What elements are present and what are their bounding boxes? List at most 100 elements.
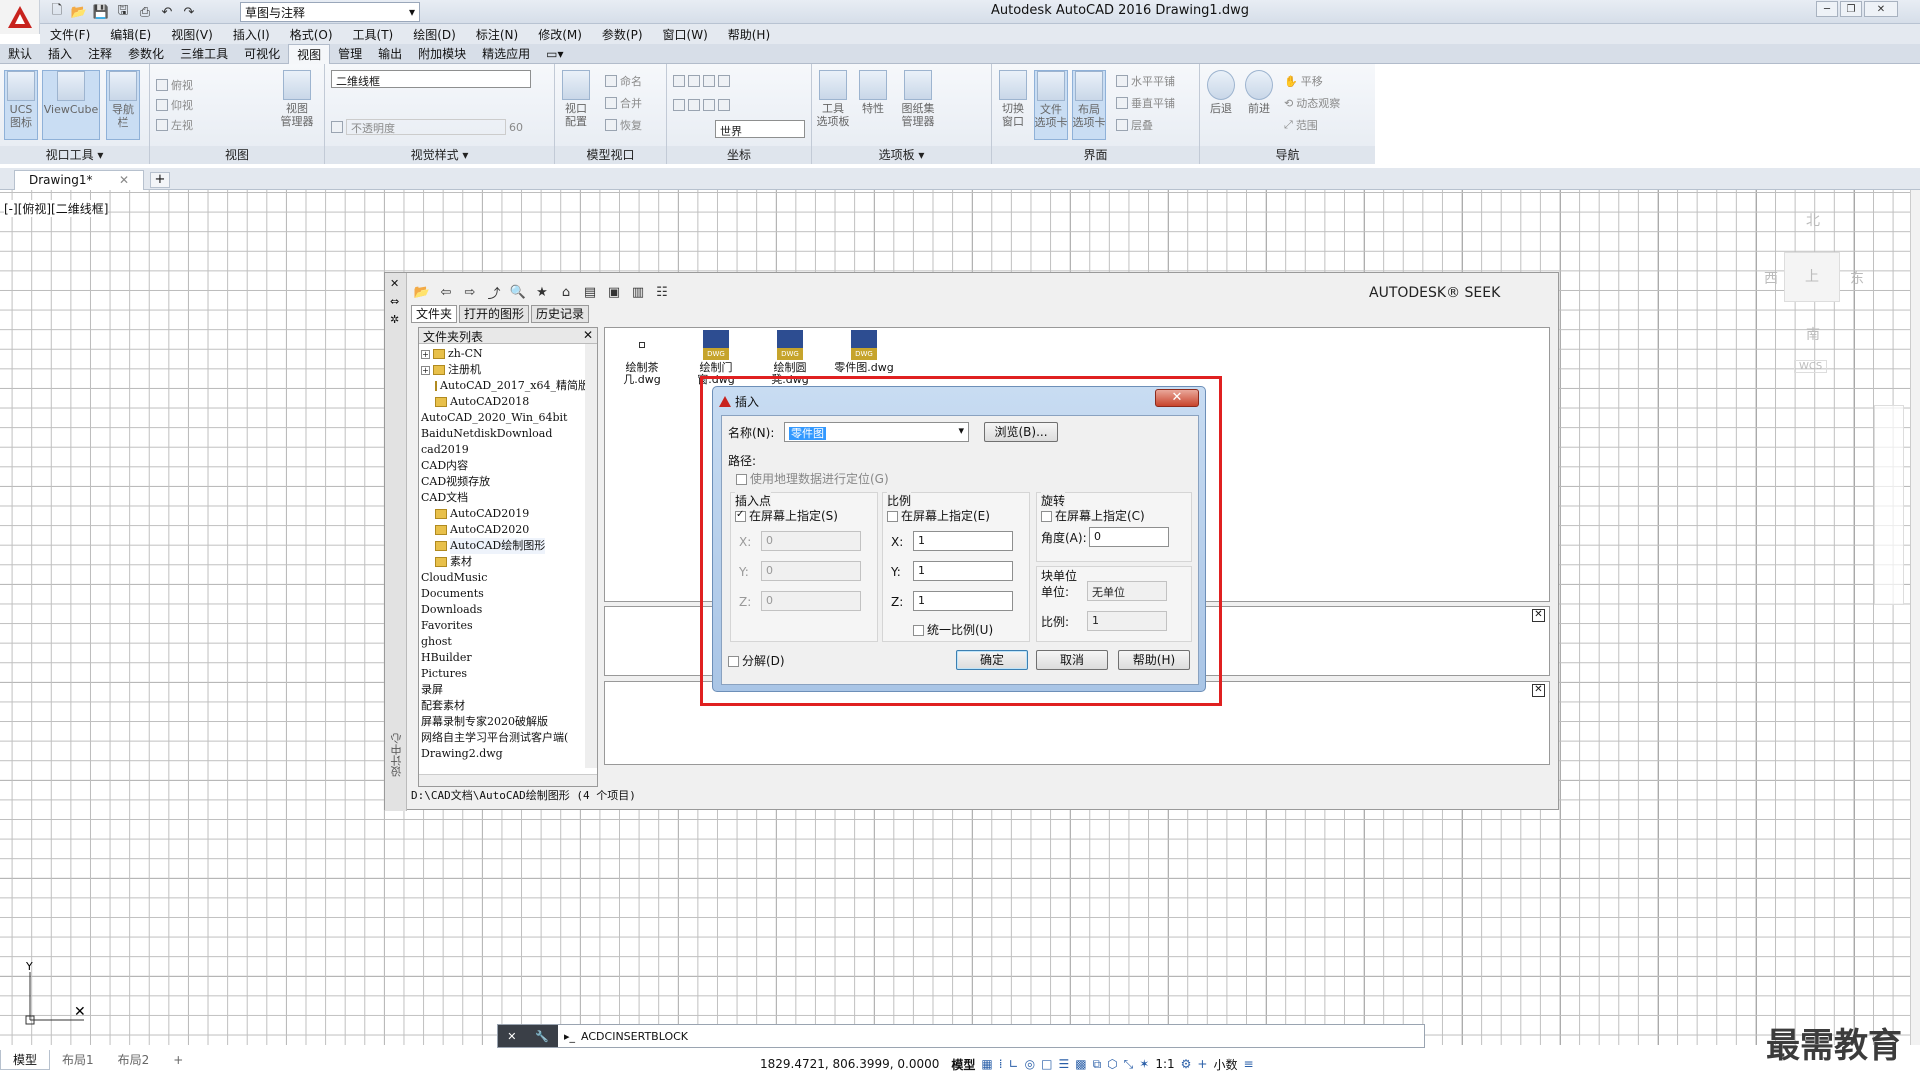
- folder-item[interactable]: + 注册机: [419, 362, 585, 378]
- ribbon-tab[interactable]: 可视化: [236, 44, 288, 64]
- properties-button[interactable]: 特性: [856, 70, 890, 140]
- tool-palettes-button[interactable]: 工具 选项板: [816, 70, 850, 140]
- ribbon-tab[interactable]: 三维工具: [172, 44, 236, 64]
- back-icon[interactable]: ⇦: [437, 283, 455, 301]
- annotation-scale[interactable]: 1:1: [1155, 1057, 1174, 1071]
- plus-icon[interactable]: +: [1197, 1057, 1207, 1071]
- menu-item[interactable]: 视图(V): [161, 26, 223, 43]
- folder-item[interactable]: Drawing2.dwg: [419, 746, 585, 762]
- close-icon[interactable]: ✕: [390, 277, 399, 290]
- app-menu-button[interactable]: [0, 0, 40, 34]
- view-item-top[interactable]: 俯视: [156, 76, 193, 94]
- units-display[interactable]: 小数: [1213, 1056, 1237, 1073]
- sheetset-button[interactable]: 图纸集 管理器: [896, 70, 940, 140]
- coordinates-readout[interactable]: 1829.4721, 806.3999, 0.0000: [760, 1057, 939, 1071]
- folder-item[interactable]: AutoCAD_2020_Win_64bit: [419, 410, 585, 426]
- folder-item[interactable]: CAD文档: [419, 490, 585, 506]
- viewport-join[interactable]: 合并: [605, 94, 642, 112]
- navigation-bar[interactable]: [1874, 405, 1904, 605]
- folder-item[interactable]: + zh-CN: [419, 346, 585, 362]
- add-layout-button[interactable]: +: [161, 1050, 195, 1070]
- layout-tab[interactable]: 模型: [0, 1050, 51, 1070]
- ribbon-tab[interactable]: 管理: [330, 44, 370, 64]
- ucs-icon-button[interactable]: UCS 图标: [4, 70, 38, 140]
- folder-item[interactable]: 配套素材: [419, 698, 585, 714]
- save-icon[interactable]: 💾: [92, 3, 110, 21]
- load-icon[interactable]: 📂: [413, 283, 431, 301]
- transparency-icon[interactable]: ▩: [1075, 1057, 1086, 1071]
- polar-icon[interactable]: ◎: [1025, 1057, 1035, 1071]
- ribbon-options-icon[interactable]: ▭▾: [538, 44, 571, 64]
- viewport-named[interactable]: 命名: [605, 72, 642, 90]
- folder-item[interactable]: 录屏: [419, 682, 585, 698]
- menu-item[interactable]: 绘图(D): [403, 26, 466, 43]
- menu-item[interactable]: 文件(F): [40, 26, 100, 43]
- autodesk-seek-link[interactable]: AUTODESK® SEEK: [1369, 285, 1500, 301]
- navbar-button[interactable]: 导航栏: [106, 70, 140, 140]
- save-as-icon[interactable]: 🖫: [114, 3, 132, 21]
- viewcube-east[interactable]: 东: [1850, 268, 1864, 288]
- description-icon[interactable]: ▥: [629, 283, 647, 301]
- ortho-icon[interactable]: ∟: [1009, 1057, 1019, 1071]
- menu-item[interactable]: 工具(T): [343, 26, 404, 43]
- folder-item[interactable]: Favorites: [419, 618, 585, 634]
- selection-cycling-icon[interactable]: ⧉: [1093, 1057, 1102, 1072]
- ucs-tool-icon[interactable]: [673, 75, 685, 87]
- favorites-icon[interactable]: ★: [533, 283, 551, 301]
- viewport-config-button[interactable]: 视口 配置: [559, 70, 593, 140]
- folder-item[interactable]: 素材: [419, 554, 585, 570]
- viewcube-top-face[interactable]: 上: [1784, 252, 1840, 302]
- close-icon[interactable]: ✕: [1532, 609, 1545, 622]
- doc-tab-drawing1[interactable]: Drawing1* ✕: [14, 170, 144, 190]
- maximize-button[interactable]: ❐: [1840, 1, 1862, 17]
- folder-item[interactable]: 屏幕录制专家2020破解版: [419, 714, 585, 730]
- menu-item[interactable]: 窗口(W): [653, 26, 718, 43]
- ucs-tool-icon[interactable]: [703, 75, 715, 87]
- file-thumbnail[interactable]: 绘制茶几.dwg: [607, 330, 677, 386]
- open-icon[interactable]: 📂: [70, 3, 88, 21]
- ribbon-tab[interactable]: 精选应用: [474, 44, 538, 64]
- folder-item[interactable]: CloudMusic: [419, 570, 585, 586]
- folder-item[interactable]: HBuilder: [419, 650, 585, 666]
- folder-item[interactable]: AutoCAD_2017_x64_精简版: [419, 378, 585, 394]
- ribbon-tab[interactable]: 注释: [80, 44, 120, 64]
- ribbon-tab[interactable]: 参数化: [120, 44, 172, 64]
- expand-icon[interactable]: +: [421, 365, 430, 375]
- minimize-button[interactable]: ─: [1816, 1, 1838, 17]
- viewcube-north[interactable]: 北: [1806, 210, 1820, 230]
- lineweight-icon[interactable]: ☰: [1058, 1057, 1069, 1071]
- tab-history[interactable]: 历史记录: [531, 305, 590, 323]
- print-icon[interactable]: ⎙: [136, 3, 154, 21]
- tab-open-drawings[interactable]: 打开的图形: [459, 305, 530, 323]
- views-icon[interactable]: ☷: [653, 283, 671, 301]
- pan-button[interactable]: ✋ 平移: [1284, 72, 1323, 90]
- tree-toggle-icon[interactable]: ▤: [581, 283, 599, 301]
- close-icon[interactable]: ✕: [119, 173, 129, 188]
- tab-folders[interactable]: 文件夹: [411, 305, 458, 323]
- ucs-tool-icon[interactable]: [688, 75, 700, 87]
- undo-icon[interactable]: ↶: [158, 3, 176, 21]
- viewcube-south[interactable]: 南: [1806, 324, 1820, 344]
- view-item-left[interactable]: 左视: [156, 116, 193, 134]
- menu-item[interactable]: 帮助(H): [718, 26, 780, 43]
- autohide-icon[interactable]: ⇔: [390, 295, 399, 308]
- menu-item[interactable]: 编辑(E): [100, 26, 161, 43]
- redo-icon[interactable]: ↷: [180, 3, 198, 21]
- ribbon-tab[interactable]: 附加模块: [410, 44, 474, 64]
- layout-tabs-button[interactable]: 布局 选项卡: [1072, 70, 1106, 140]
- folder-item[interactable]: ghost: [419, 634, 585, 650]
- ribbon-tab[interactable]: 插入: [40, 44, 80, 64]
- ucs-tool-icon[interactable]: [703, 99, 715, 111]
- close-button[interactable]: ✕: [1864, 1, 1898, 17]
- ucs-world-select[interactable]: 世界: [715, 120, 805, 138]
- extents-button[interactable]: ⤢ 范围: [1284, 116, 1318, 134]
- viewcube[interactable]: 北 西 上 东 南 WCS: [1760, 210, 1864, 380]
- viewport-restore[interactable]: 恢复: [605, 116, 642, 134]
- wrench-icon[interactable]: 🔧: [535, 1030, 549, 1043]
- workspace-select[interactable]: 草图与注释 ▾: [240, 2, 420, 22]
- folder-item[interactable]: CAD视频存放: [419, 474, 585, 490]
- folder-item[interactable]: cad2019: [419, 442, 585, 458]
- ribbon-tab[interactable]: 输出: [370, 44, 410, 64]
- folder-item[interactable]: CAD内容: [419, 458, 585, 474]
- forward-button[interactable]: 前进: [1242, 70, 1276, 140]
